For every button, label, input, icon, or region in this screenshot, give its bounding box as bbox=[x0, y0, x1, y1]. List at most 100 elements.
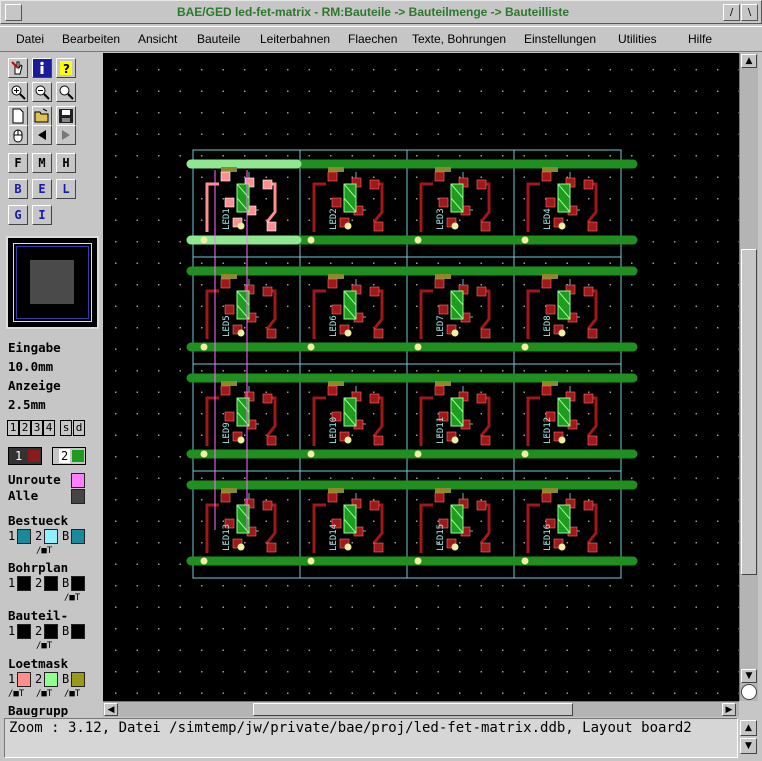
copper-trace bbox=[372, 503, 384, 544]
bestueck-num-1: 1 bbox=[8, 529, 16, 543]
layer-m-button[interactable]: M bbox=[32, 153, 52, 173]
layer-g-button[interactable]: G bbox=[8, 205, 28, 225]
menu-flaechen[interactable]: Flaechen bbox=[348, 32, 397, 46]
smd-pad bbox=[327, 492, 338, 503]
menu-ansicht[interactable]: Ansicht bbox=[138, 32, 177, 46]
copper-trace bbox=[419, 396, 433, 446]
minimize-button[interactable]: / bbox=[723, 4, 740, 21]
copper-trace bbox=[479, 289, 491, 330]
layer-f-button[interactable]: F bbox=[8, 153, 28, 173]
layer-button-2[interactable]: 2 bbox=[19, 420, 31, 436]
maximize-button[interactable]: \ bbox=[741, 4, 758, 21]
info-icon[interactable] bbox=[32, 58, 52, 78]
overview-map[interactable] bbox=[6, 236, 99, 329]
zoom-out-icon[interactable] bbox=[32, 82, 52, 102]
scroll-left-icon[interactable]: ◀ bbox=[104, 703, 118, 716]
zoom-fit-icon[interactable] bbox=[56, 82, 76, 102]
smd-pad bbox=[583, 500, 594, 511]
baugrupp-label: Baugrupp bbox=[8, 703, 69, 717]
part-label: LED16 bbox=[543, 524, 553, 551]
select-hand-icon[interactable] bbox=[8, 58, 28, 78]
via bbox=[237, 329, 245, 337]
zoom-in-icon[interactable] bbox=[8, 82, 28, 102]
forward-arrow-icon[interactable] bbox=[56, 125, 76, 145]
bauteil-color-b[interactable] bbox=[71, 624, 85, 639]
scroll-up-icon[interactable]: ▲ bbox=[741, 54, 757, 68]
scroll-down-icon[interactable]: ▼ bbox=[741, 669, 757, 683]
menu-datei[interactable]: Datei bbox=[16, 32, 44, 46]
anzeige-label: Anzeige bbox=[8, 378, 61, 393]
bohrplan-color-b[interactable] bbox=[71, 576, 85, 591]
smd-pad bbox=[476, 500, 487, 511]
help-icon[interactable]: ? bbox=[56, 58, 76, 78]
menu-einstellungen[interactable]: Einstellungen bbox=[524, 32, 596, 46]
bestueck-color-1[interactable] bbox=[17, 529, 31, 544]
smd-pad bbox=[480, 542, 491, 553]
bestueck-color-2[interactable] bbox=[44, 529, 58, 544]
status-down-icon[interactable]: ▼ bbox=[740, 738, 757, 754]
loetmask-label: Loetmask bbox=[8, 656, 69, 671]
bestueck-color-b[interactable] bbox=[71, 529, 85, 544]
status-up-icon[interactable]: ▲ bbox=[740, 720, 757, 736]
layer-b-button[interactable]: B bbox=[8, 179, 28, 199]
layer1-selector[interactable]: 1 bbox=[8, 447, 42, 465]
menu-bearbeiten[interactable]: Bearbeiten bbox=[62, 32, 120, 46]
menu-leiterbahnen[interactable]: Leiterbahnen bbox=[260, 32, 330, 46]
layer2-selector[interactable]: 2 bbox=[52, 447, 86, 465]
smd-pad bbox=[266, 328, 277, 339]
layout-canvas[interactable]: LED1 LED2 LED3 LED4 LED5 LED6 LED7 LED8 LED9 LED1… bbox=[103, 53, 739, 701]
new-file-icon[interactable] bbox=[8, 106, 28, 126]
mouse-icon[interactable] bbox=[8, 125, 28, 145]
bohrplan-color-1[interactable] bbox=[17, 576, 31, 591]
back-arrow-icon[interactable] bbox=[32, 125, 52, 145]
eingabe-value[interactable]: 10.0mm bbox=[8, 359, 53, 374]
smd-pad bbox=[373, 221, 384, 232]
horizontal-scrollbar[interactable]: ◀ ▶ bbox=[103, 701, 739, 717]
layer-e-button[interactable]: E bbox=[32, 179, 52, 199]
menu-bauteile[interactable]: Bauteile bbox=[197, 32, 240, 46]
copper-trace bbox=[205, 289, 219, 339]
smd-pad bbox=[373, 542, 384, 553]
loetmask-color-2[interactable] bbox=[44, 672, 58, 687]
layer-i-button[interactable]: I bbox=[32, 205, 52, 225]
component-body bbox=[557, 504, 571, 534]
alle-color[interactable] bbox=[71, 489, 85, 504]
layer-h-button[interactable]: H bbox=[56, 153, 76, 173]
vertical-scrollbar[interactable]: ▲ ▼ bbox=[739, 53, 758, 701]
anzeige-value[interactable]: 2.5mm bbox=[8, 397, 46, 412]
horizontal-scroll-thumb[interactable] bbox=[253, 703, 573, 716]
bauteil-num-2: 2 bbox=[35, 624, 43, 638]
status-scroll[interactable]: ▲ ▼ bbox=[740, 718, 759, 758]
layer-button-1[interactable]: 1 bbox=[7, 420, 19, 436]
smd-pad bbox=[220, 171, 231, 182]
layer-l-button[interactable]: L bbox=[56, 179, 76, 199]
save-disk-icon[interactable] bbox=[56, 106, 76, 126]
layer1-swatch bbox=[28, 450, 40, 462]
bauteil-color-2[interactable] bbox=[44, 624, 58, 639]
layer-button-s[interactable]: s bbox=[60, 420, 72, 436]
pcb-board: LED1 LED2 LED3 LED4 LED5 LED6 LED7 LED8 LED9 LED1… bbox=[186, 149, 638, 579]
loetmask-sub-1: /■T bbox=[8, 689, 25, 699]
layer-button-3[interactable]: 3 bbox=[31, 420, 43, 436]
open-folder-icon[interactable] bbox=[32, 106, 52, 126]
copper-trace bbox=[479, 503, 491, 544]
menu-utilities[interactable]: Utilities bbox=[618, 32, 657, 46]
unroute-color[interactable] bbox=[71, 473, 85, 488]
layer-button-d[interactable]: d bbox=[73, 420, 85, 436]
alle-label[interactable]: Alle bbox=[8, 488, 38, 503]
via bbox=[307, 450, 315, 458]
loetmask-color-1[interactable] bbox=[17, 672, 31, 687]
menu-hilfe[interactable]: Hilfe bbox=[688, 32, 712, 46]
menu-texte-bohrungen[interactable]: Texte, Bohrungen bbox=[412, 32, 506, 46]
bauteil-color-1[interactable] bbox=[17, 624, 31, 639]
unroute-label[interactable]: Unroute bbox=[8, 472, 61, 487]
window-title: BAE/GED led-fet-matrix - RM:Bauteile -> … bbox=[176, 5, 570, 19]
window-menu-button[interactable] bbox=[5, 4, 22, 21]
vertical-scroll-thumb[interactable] bbox=[741, 249, 757, 575]
smd-pad bbox=[541, 492, 552, 503]
pad bbox=[542, 167, 558, 172]
loetmask-color-b[interactable] bbox=[71, 672, 85, 687]
bohrplan-color-2[interactable] bbox=[44, 576, 58, 591]
scroll-right-icon[interactable]: ▶ bbox=[722, 703, 736, 716]
layer-button-4[interactable]: 4 bbox=[43, 420, 55, 436]
